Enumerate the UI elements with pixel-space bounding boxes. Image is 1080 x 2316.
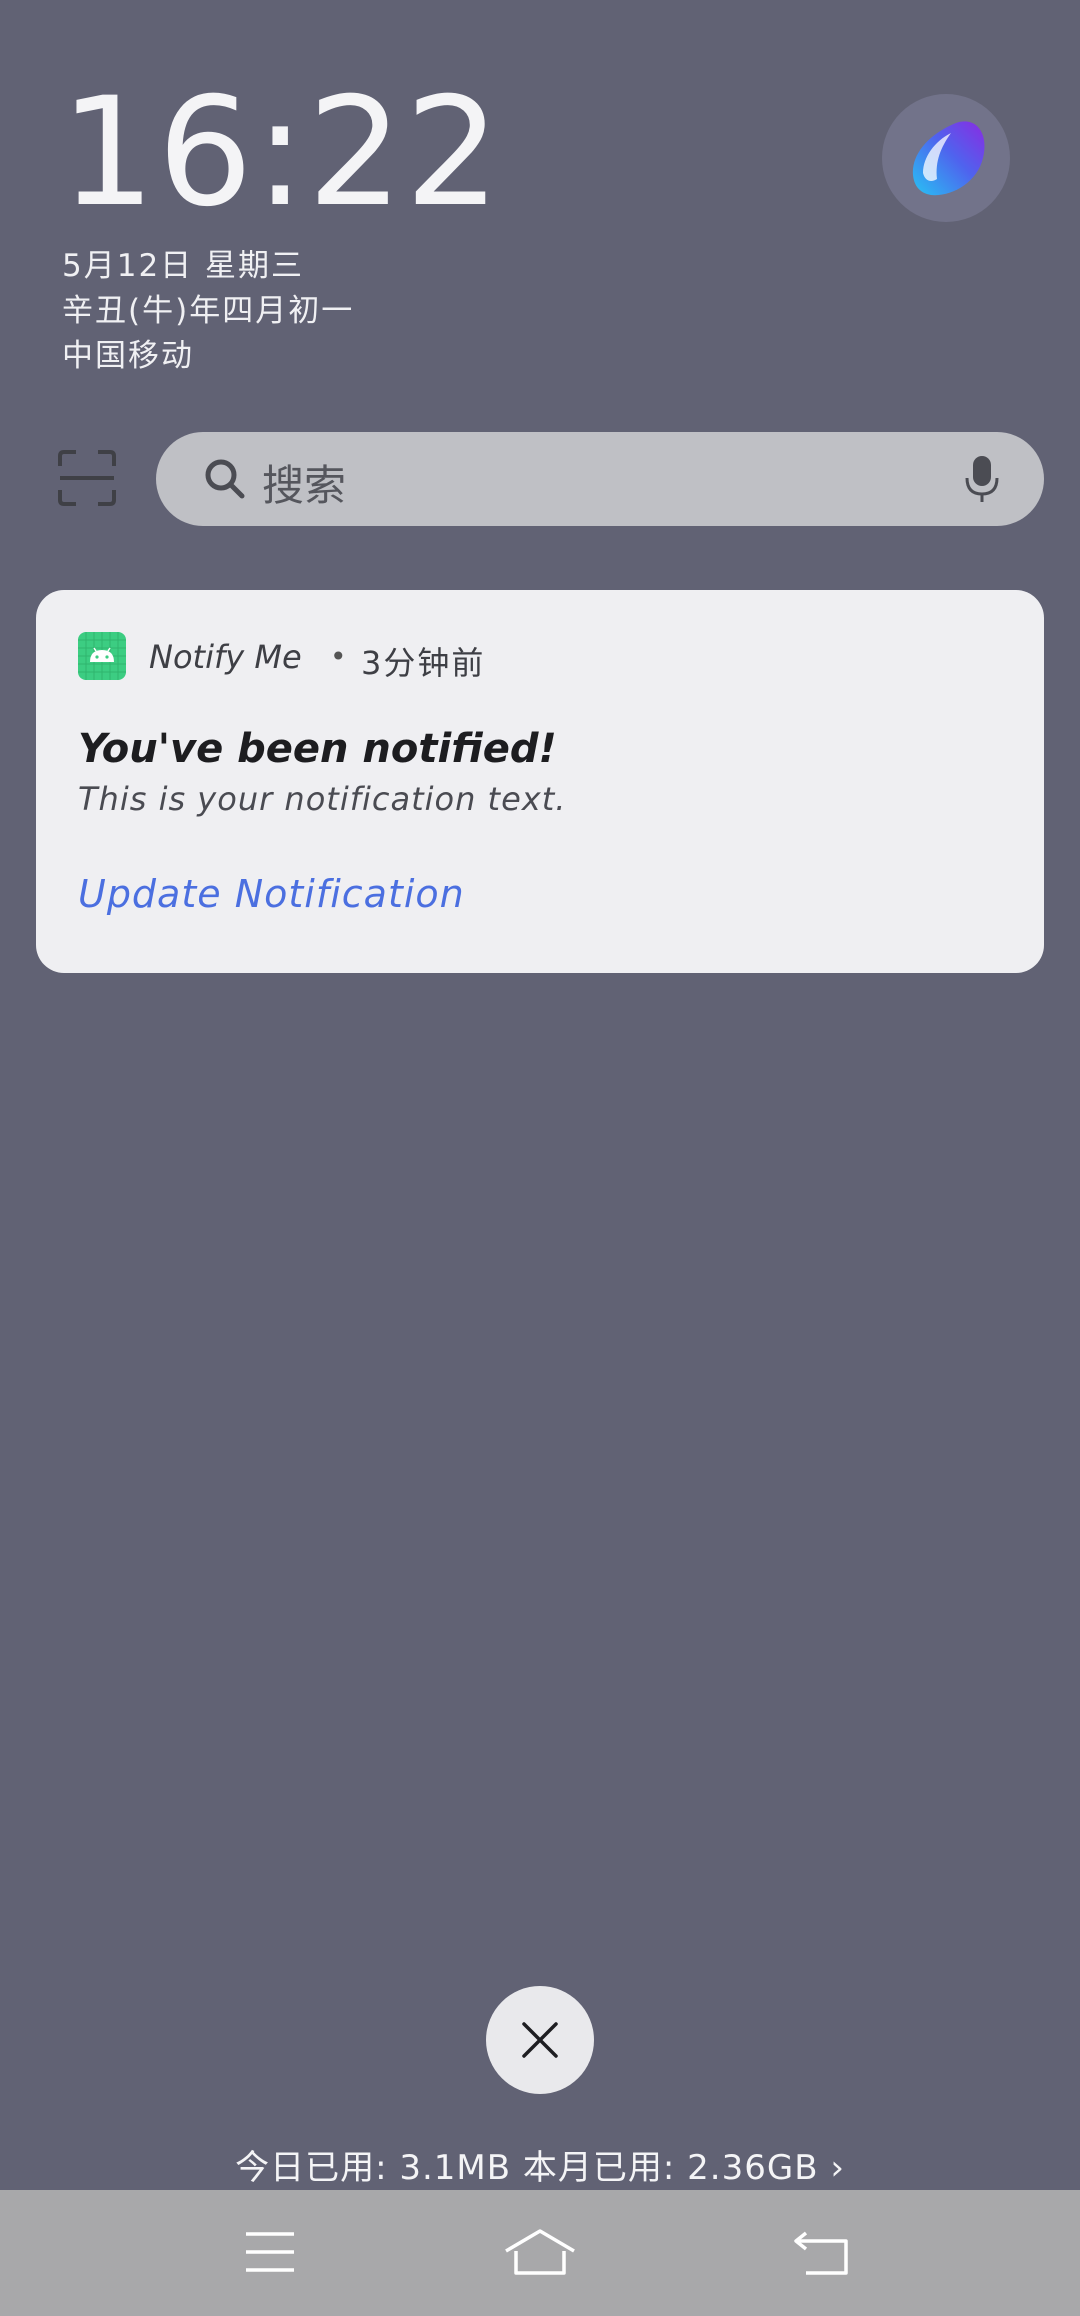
- android-app-icon: [78, 632, 126, 680]
- notification-time: 3分钟前: [361, 644, 486, 682]
- menu-button[interactable]: [230, 2222, 310, 2282]
- home-icon: [505, 2229, 575, 2275]
- clear-notifications-button[interactable]: [486, 1986, 594, 2094]
- navigation-bar: [0, 2190, 1080, 2316]
- close-icon: [522, 2022, 558, 2058]
- carrier-label: 中国移动: [62, 338, 194, 374]
- home-button[interactable]: [500, 2222, 580, 2282]
- notification-app-name: Notify Me: [149, 638, 302, 676]
- update-notification-button[interactable]: Update Notification: [78, 872, 465, 916]
- back-button[interactable]: [782, 2222, 862, 2282]
- scan-icon: [58, 450, 116, 506]
- clock: 16:22: [60, 66, 503, 240]
- mic-icon[interactable]: [962, 454, 1002, 504]
- assistant-button[interactable]: [882, 94, 1010, 222]
- search-bar[interactable]: 搜索: [156, 432, 1044, 526]
- notification-text: This is your notification text.: [78, 780, 567, 818]
- menu-icon: [246, 2232, 294, 2272]
- search-placeholder: 搜索: [262, 461, 347, 510]
- data-usage-link[interactable]: 今日已用: 3.1MB 本月已用: 2.36GB ›: [0, 2140, 1080, 2189]
- search-icon: [205, 459, 245, 499]
- back-icon: [794, 2231, 848, 2275]
- lunar-date-label: 辛丑(牛)年四月初一: [62, 293, 355, 329]
- scan-button[interactable]: [58, 450, 116, 506]
- notification-card[interactable]: Notify Me • 3分钟前 You've been notified! T…: [36, 590, 1044, 973]
- assistant-orb-icon: [912, 121, 985, 196]
- date-label: 5月12日 星期三: [62, 248, 305, 284]
- notification-title: You've been notified!: [78, 726, 557, 772]
- notification-separator: •: [330, 640, 347, 673]
